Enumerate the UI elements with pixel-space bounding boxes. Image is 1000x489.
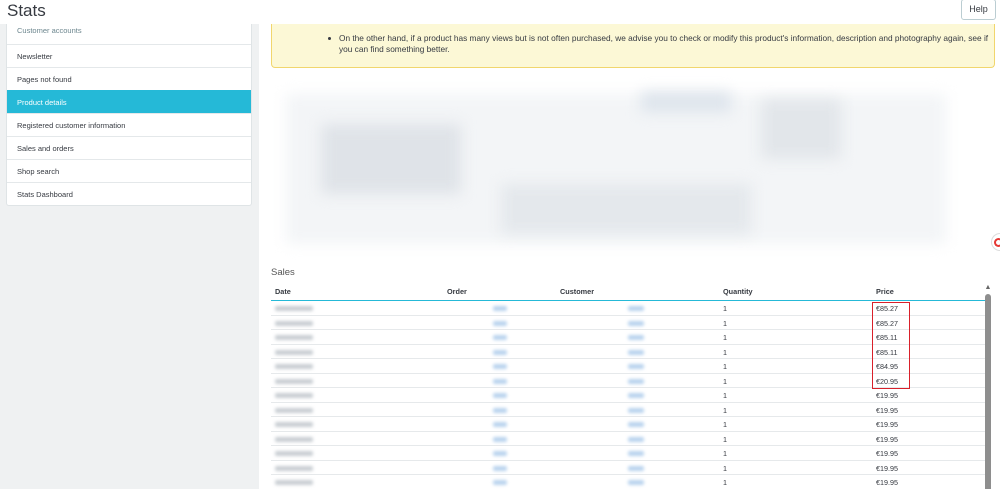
redacted-cell: [628, 451, 644, 456]
quantity-cell: 1: [723, 420, 727, 429]
quantity-cell: 1: [723, 434, 727, 444]
redacted-cell: [628, 436, 644, 442]
column-header-price[interactable]: Price: [876, 287, 894, 296]
redacted-cell: [628, 465, 644, 471]
redacted-cell: [275, 407, 313, 413]
scrollbar-thumb[interactable]: [985, 294, 991, 489]
redacted-cell: [275, 320, 313, 326]
table-row: 1 €19.95: [271, 446, 986, 461]
redacted-cell: [628, 378, 644, 384]
redacted-cell: [275, 335, 313, 340]
sidebar-item-newsletter[interactable]: Newsletter: [7, 44, 251, 67]
price-cell: €19.95: [876, 449, 898, 458]
help-button[interactable]: Help: [961, 0, 996, 20]
redacted-cell: [275, 378, 313, 384]
price-highlight-box: [872, 302, 910, 389]
redacted-cell: [493, 480, 507, 485]
redacted-cell: [275, 422, 313, 427]
redacted-cell: [628, 335, 644, 340]
sidebar-item-sales-and-orders[interactable]: Sales and orders: [7, 136, 251, 159]
redacted-cell: [493, 306, 507, 311]
sidebar-item-stats-dashboard[interactable]: Stats Dashboard: [7, 182, 251, 205]
stats-sidebar: Customer accounts Newsletter Pages not f…: [6, 24, 252, 206]
redacted-cell: [493, 422, 507, 427]
column-header-date[interactable]: Date: [275, 287, 291, 296]
sidebar-item-pages-not-found[interactable]: Pages not found: [7, 67, 251, 90]
redacted-cell: [493, 465, 507, 471]
redacted-cell: [628, 320, 644, 326]
bullet-dot: [328, 37, 331, 40]
price-cell: €19.95: [876, 434, 898, 444]
redacted-cell: [275, 393, 313, 398]
main-content: On the other hand, if a product has many…: [259, 24, 1000, 489]
quantity-cell: 1: [723, 318, 727, 328]
table-row: 1 €19.95: [271, 403, 986, 417]
price-cell: €19.95: [876, 405, 898, 415]
circular-arrow-icon: [994, 238, 1000, 247]
column-header-customer[interactable]: Customer: [560, 287, 594, 296]
table-row: 1 €19.95: [271, 461, 986, 475]
price-cell: €19.95: [876, 420, 898, 429]
redacted-cell: [493, 335, 507, 340]
redacted-cell: [493, 320, 507, 326]
quantity-cell: 1: [723, 449, 727, 458]
redacted-cell: [275, 465, 313, 471]
redacted-cell: [275, 480, 313, 485]
redacted-cell: [493, 378, 507, 384]
sidebar-item-customer-accounts[interactable]: Customer accounts: [7, 24, 251, 44]
quantity-cell: 1: [723, 463, 727, 473]
quantity-cell: 1: [723, 405, 727, 415]
sidebar-item-shop-search[interactable]: Shop search: [7, 159, 251, 182]
quantity-cell: 1: [723, 304, 727, 313]
quantity-cell: 1: [723, 478, 727, 487]
redacted-cell: [628, 407, 644, 413]
redacted-cell: [493, 451, 507, 456]
redacted-cell: [628, 364, 644, 369]
redacted-cell: [275, 349, 313, 355]
page-header: Stats Help: [0, 0, 1000, 24]
column-header-quantity[interactable]: Quantity: [723, 287, 753, 296]
sidebar-item-registered-customer-information[interactable]: Registered customer information: [7, 113, 251, 136]
redacted-cell: [628, 393, 644, 398]
quantity-cell: 1: [723, 362, 727, 371]
alert-text: On the other hand, if a product has many…: [339, 33, 989, 54]
quantity-cell: 1: [723, 391, 727, 400]
price-cell: €19.95: [876, 478, 898, 487]
sidebar-item-product-details[interactable]: Product details: [7, 90, 251, 113]
price-cell: €19.95: [876, 463, 898, 473]
table-header: Date Order Customer Quantity Price: [271, 282, 986, 301]
redacted-cell: [493, 393, 507, 398]
page-title: Stats: [7, 1, 46, 20]
redacted-cell: [493, 364, 507, 369]
info-alert: On the other hand, if a product has many…: [271, 24, 995, 68]
redacted-cell: [493, 436, 507, 442]
redacted-cell: [628, 480, 644, 485]
table-row: 1 €19.95: [271, 432, 986, 446]
redacted-cell: [628, 422, 644, 427]
redacted-cell: [628, 349, 644, 355]
arrow-up-icon[interactable]: ▲: [984, 284, 992, 292]
quantity-cell: 1: [723, 376, 727, 386]
redacted-cell: [275, 436, 313, 442]
redacted-cell: [275, 306, 313, 311]
quantity-cell: 1: [723, 333, 727, 342]
redacted-cell: [628, 306, 644, 311]
blurred-chart: [271, 74, 965, 264]
sales-section-title: Sales: [271, 267, 295, 278]
price-cell: €19.95: [876, 391, 898, 400]
table-scrollbar[interactable]: ▲: [984, 284, 992, 489]
redacted-cell: [275, 451, 313, 456]
redacted-cell: [493, 407, 507, 413]
redacted-cell: [275, 364, 313, 369]
redacted-cell: [493, 349, 507, 355]
table-row: 1 €19.95: [271, 417, 986, 432]
table-row: 1 €19.95: [271, 388, 986, 403]
column-header-order[interactable]: Order: [447, 287, 467, 296]
table-row: 1 €19.95: [271, 475, 986, 489]
quantity-cell: 1: [723, 347, 727, 357]
